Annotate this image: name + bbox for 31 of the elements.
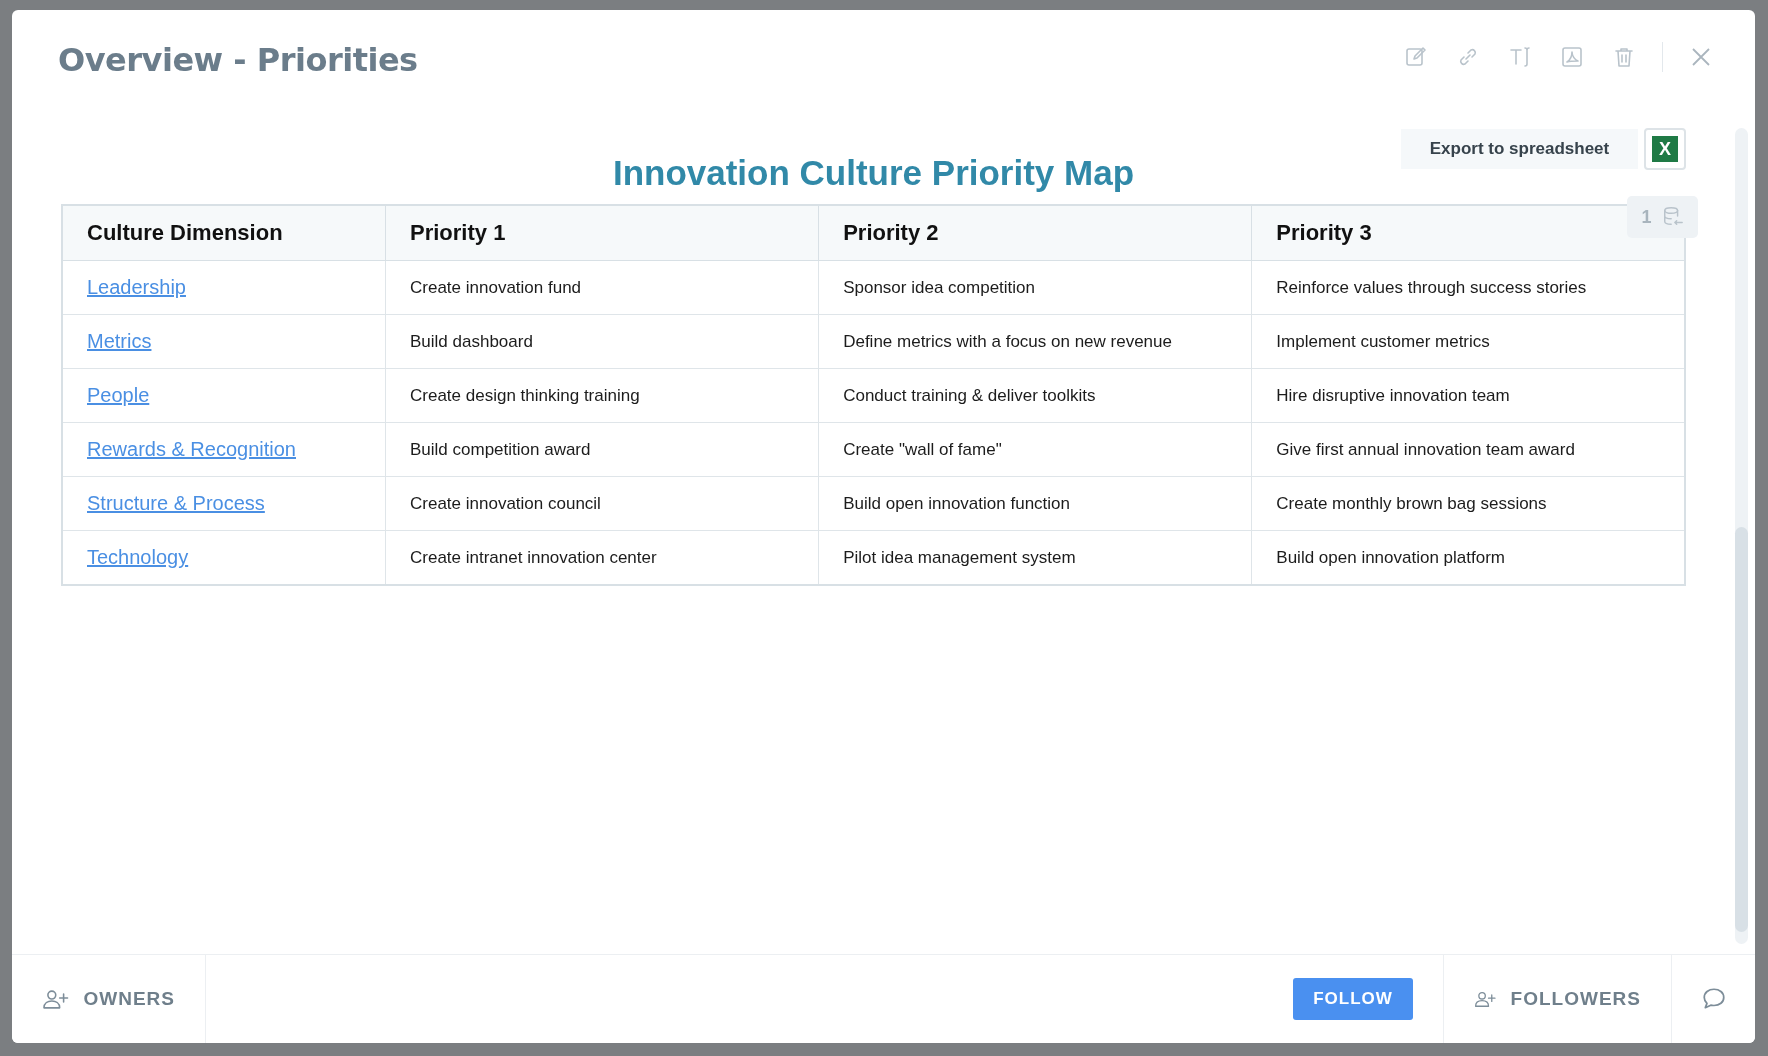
table-cell: Build dashboard <box>385 314 819 369</box>
scrollbar[interactable] <box>1735 128 1748 944</box>
map-title: Innovation Culture Priority Map <box>612 153 1135 193</box>
database-icon <box>1661 206 1684 228</box>
table-cell: Sponsor idea competition <box>818 260 1252 315</box>
dialog-title: Overview - Priorities <box>58 41 418 79</box>
table-cell: Create innovation fund <box>385 260 819 315</box>
add-person-icon <box>42 988 70 1010</box>
table-cell: Create innovation council <box>385 476 819 531</box>
table-cell: Create design thinking training <box>385 368 819 423</box>
table-cell: Create "wall of fame" <box>818 422 1252 477</box>
followers-button[interactable]: FOLLOWERS <box>1443 955 1672 1043</box>
spreadsheet-button[interactable]: X <box>1644 128 1686 170</box>
table-cell: Define metrics with a focus on new revenue <box>818 314 1252 369</box>
column-header: Priority 2 <box>818 205 1252 261</box>
spreadsheet-icon: X <box>1652 136 1678 162</box>
dimension-link[interactable]: Metrics <box>87 330 152 352</box>
scrollbar-thumb[interactable] <box>1735 527 1748 932</box>
owners-button[interactable]: OWNERS <box>12 955 206 1043</box>
follow-button[interactable]: FOLLOW <box>1293 978 1413 1020</box>
comment-icon <box>1700 986 1727 1012</box>
column-header: Culture Dimension <box>62 205 386 261</box>
export-button[interactable]: Export to spreadsheet <box>1401 129 1638 169</box>
table-cell: Build competition award <box>385 422 819 477</box>
column-header: Priority 1 <box>385 205 819 261</box>
dimension-link[interactable]: Leadership <box>87 276 186 298</box>
dimension-link[interactable]: People <box>87 384 150 406</box>
record-count-badge[interactable]: 1 <box>1627 196 1698 238</box>
dimension-link[interactable]: Technology <box>87 546 189 568</box>
table-cell: Conduct training & deliver toolkits <box>818 368 1252 423</box>
table-cell: Build open innovation function <box>818 476 1252 531</box>
